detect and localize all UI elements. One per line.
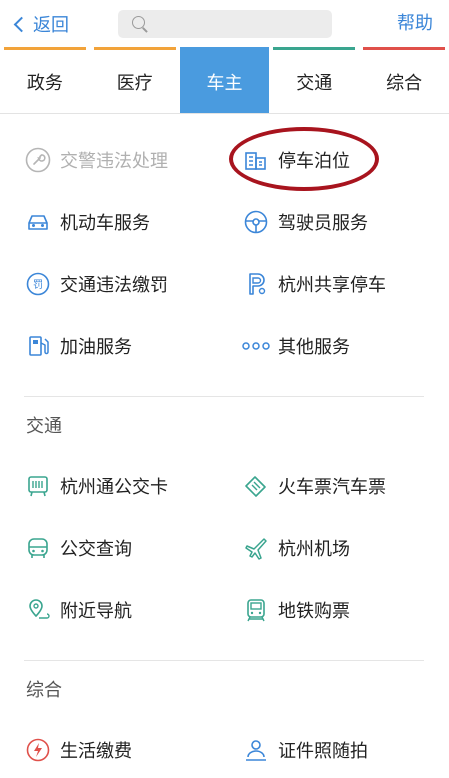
service-label: 加油服务 [60, 337, 132, 358]
car-icon [24, 208, 52, 236]
fuel-pump-icon [24, 332, 52, 360]
service-other[interactable]: 其他服务 [242, 330, 350, 362]
service-label: 公交查询 [60, 539, 132, 560]
divider [24, 396, 424, 397]
search-icon [132, 16, 145, 29]
service-label: 其他服务 [278, 337, 350, 358]
service-fuel[interactable]: 加油服务 [24, 330, 132, 362]
service-label: 杭州共享停车 [278, 275, 386, 296]
service-vehicle[interactable]: 机动车服务 [24, 206, 150, 238]
service-label: 生活缴费 [60, 741, 132, 762]
svg-text:罚: 罚 [33, 279, 43, 291]
airplane-icon [242, 534, 270, 562]
service-label: 证件照随拍 [278, 741, 368, 762]
service-traffic-fines[interactable]: 罚 交通违法缴罚 [24, 268, 168, 300]
service-bus-card[interactable]: 杭州通公交卡 [24, 470, 168, 502]
service-nearby-navigation[interactable]: 附近导航 [24, 594, 132, 626]
fine-icon: 罚 [24, 270, 52, 298]
service-id-photo[interactable]: 证件照随拍 [242, 734, 368, 766]
service-label: 附近导航 [60, 601, 132, 622]
category-tabs: 政务 医疗 车主 交通 综合 [0, 47, 449, 114]
parking-p-icon [242, 270, 270, 298]
service-bus-query[interactable]: 公交查询 [24, 532, 132, 564]
tab-general[interactable]: 综合 [359, 47, 449, 113]
service-label: 交警违法处理 [60, 151, 168, 172]
bus-card-icon [24, 472, 52, 500]
metro-icon [242, 596, 270, 624]
tab-medical[interactable]: 医疗 [90, 47, 180, 113]
service-driver[interactable]: 驾驶员服务 [242, 206, 368, 238]
service-label: 杭州机场 [278, 539, 350, 560]
ticket-icon [242, 472, 270, 500]
service-metro-ticket[interactable]: 地铁购票 [242, 594, 350, 626]
service-label: 机动车服务 [60, 213, 150, 234]
search-input[interactable] [152, 13, 322, 35]
wrench-icon [24, 146, 52, 174]
tab-car-owner[interactable]: 车主 [179, 47, 270, 113]
service-airport[interactable]: 杭州机场 [242, 532, 350, 564]
tab-traffic[interactable]: 交通 [269, 47, 359, 113]
section-title-general: 综合 [26, 680, 62, 701]
map-pin-icon [24, 596, 52, 624]
chevron-left-icon [13, 16, 30, 32]
back-label: 返回 [33, 15, 69, 36]
service-shared-parking[interactable]: 杭州共享停车 [242, 268, 386, 300]
parking-building-icon [242, 146, 270, 174]
service-traffic-police-violation[interactable]: 交警违法处理 [24, 144, 168, 176]
back-button[interactable]: 返回 [12, 11, 69, 37]
service-label: 地铁购票 [278, 601, 350, 622]
service-train-bus-ticket[interactable]: 火车票汽车票 [242, 470, 386, 502]
service-label: 驾驶员服务 [278, 213, 368, 234]
utility-bolt-icon [24, 736, 52, 764]
more-dots-icon [242, 332, 270, 360]
bus-icon [24, 534, 52, 562]
top-bar: 返回 帮助 [0, 0, 449, 48]
steering-wheel-icon [242, 208, 270, 236]
service-parking-spots[interactable]: 停车泊位 [242, 144, 350, 176]
section-title-traffic: 交通 [26, 416, 62, 437]
service-label: 杭州通公交卡 [60, 477, 168, 498]
service-label: 停车泊位 [278, 151, 350, 172]
service-label: 火车票汽车票 [278, 477, 386, 498]
help-button[interactable]: 帮助 [397, 11, 433, 37]
search-box[interactable] [118, 10, 332, 38]
divider [24, 660, 424, 661]
service-utility-payment[interactable]: 生活缴费 [24, 734, 132, 766]
id-photo-icon [242, 736, 270, 764]
service-label: 交通违法缴罚 [60, 275, 168, 296]
tab-government[interactable]: 政务 [0, 47, 90, 113]
